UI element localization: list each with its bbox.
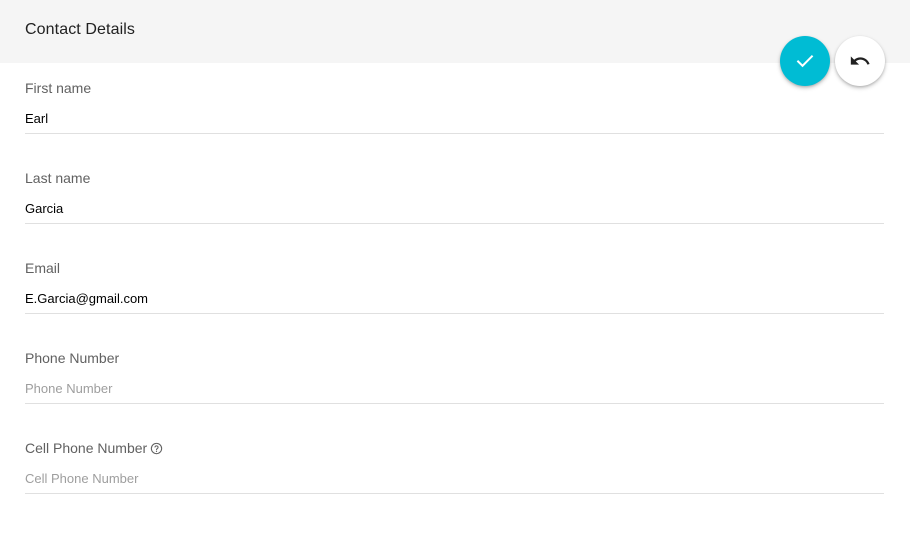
contact-details-page: Contact Details First name Last name Ema… xyxy=(0,0,910,533)
last-name-label: Last name xyxy=(25,170,91,186)
help-circle-icon[interactable] xyxy=(150,442,163,455)
phone-number-field: Phone Number xyxy=(25,349,884,439)
cell-phone-number-field: Cell Phone Number xyxy=(25,439,884,529)
first-name-input[interactable] xyxy=(25,99,884,134)
first-name-field: First name xyxy=(25,79,884,169)
header-bar: Contact Details xyxy=(0,0,910,63)
last-name-input[interactable] xyxy=(25,189,884,224)
cell-phone-number-label: Cell Phone Number xyxy=(25,439,163,457)
undo-icon xyxy=(850,56,870,65)
phone-number-label: Phone Number xyxy=(25,350,120,366)
cell-phone-number-input[interactable] xyxy=(25,459,884,494)
phone-number-input[interactable] xyxy=(25,369,884,404)
page-title: Contact Details xyxy=(25,21,135,38)
check-icon xyxy=(796,54,814,68)
first-name-label: First name xyxy=(25,80,92,96)
email-label: Email xyxy=(25,260,61,276)
email-field: Email xyxy=(25,259,884,349)
last-name-field: Last name xyxy=(25,169,884,259)
email-input[interactable] xyxy=(25,279,884,314)
